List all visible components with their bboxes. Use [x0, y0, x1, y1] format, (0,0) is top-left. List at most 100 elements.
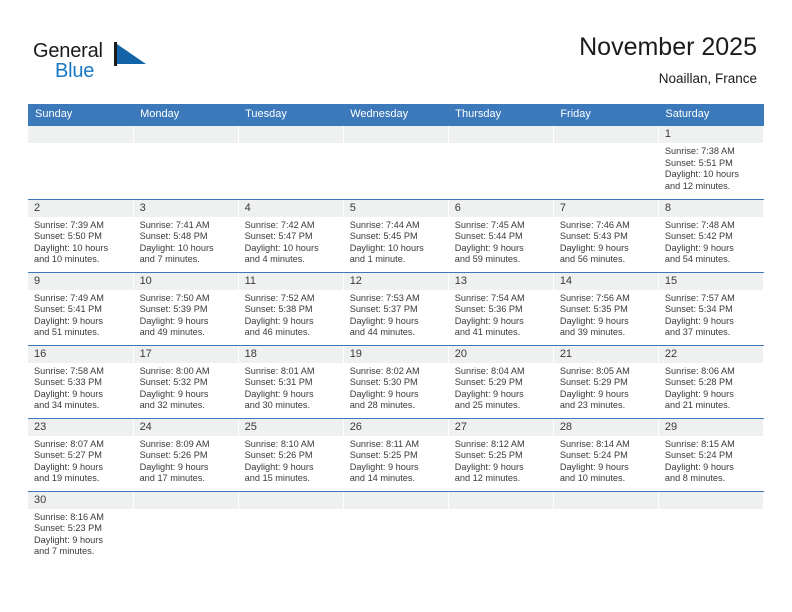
- calendar-day-cell[interactable]: 18 Sunrise: 8:01 AM Sunset: 5:31 PM Dayligh…: [238, 345, 344, 419]
- sunrise-text: Sunrise: 7:58 AM: [34, 365, 104, 376]
- day-details: Sunrise: 7:57 AM Sunset: 5:34 PM Daylight:…: [659, 290, 763, 339]
- day-number: 29: [658, 418, 763, 436]
- daylight-text-cont: and 41 minutes.: [454, 327, 521, 338]
- daylight-text: Daylight: 9 hours: [34, 461, 103, 472]
- sunrise-text: Sunrise: 7:38 AM: [664, 146, 735, 156]
- day-number: 27: [448, 418, 553, 436]
- daylight-text: Daylight: 9 hours: [34, 534, 103, 545]
- day-number: [343, 491, 448, 509]
- calendar-week-row: 2 Sunrise: 7:39 AM Sunset: 5:50 PM Daylight…: [28, 199, 765, 273]
- calendar-day-cell[interactable]: 15 Sunrise: 7:57 AM Sunset: 5:34 PM Dayligh…: [658, 272, 765, 346]
- brand-logo[interactable]: General Blue: [33, 40, 183, 88]
- sunset-text: Sunset: 5:38 PM: [244, 304, 313, 315]
- calendar-day-cell[interactable]: 10 Sunrise: 7:50 AM Sunset: 5:39 PM Dayligh…: [133, 272, 239, 346]
- day-details: Sunrise: 8:05 AM Sunset: 5:29 PM Daylight:…: [554, 363, 658, 412]
- calendar-day-cell[interactable]: 8 Sunrise: 7:48 AM Sunset: 5:42 PM Daylight…: [658, 199, 765, 273]
- calendar-day-cell[interactable]: 20 Sunrise: 8:04 AM Sunset: 5:29 PM Dayligh…: [448, 345, 554, 419]
- calendar-day-cell[interactable]: 7 Sunrise: 7:46 AM Sunset: 5:43 PM Daylight…: [553, 199, 659, 273]
- calendar-day-cell[interactable]: 23 Sunrise: 8:07 AM Sunset: 5:27 PM Dayligh…: [28, 418, 134, 492]
- calendar-day-cell[interactable]: 1 Sunrise: 7:38 AM Sunset: 5:51 PM Daylight…: [658, 126, 765, 200]
- calendar-day-cell[interactable]: 22 Sunrise: 8:06 AM Sunset: 5:28 PM Dayligh…: [658, 345, 765, 419]
- daylight-text: Daylight: 9 hours: [34, 315, 103, 326]
- day-number: [343, 126, 448, 143]
- daylight-text: Daylight: 9 hours: [244, 315, 314, 326]
- sunset-text: Sunset: 5:23 PM: [34, 523, 102, 534]
- daylight-text-cont: and 12 minutes.: [664, 180, 731, 191]
- daylight-text-cont: and 12 minutes.: [454, 473, 521, 484]
- sunrise-text: Sunrise: 7:41 AM: [139, 219, 210, 230]
- sunset-text: Sunset: 5:24 PM: [664, 450, 733, 461]
- calendar-day-cell[interactable]: 24 Sunrise: 8:09 AM Sunset: 5:26 PM Dayligh…: [133, 418, 239, 492]
- daylight-text: Daylight: 9 hours: [34, 388, 103, 399]
- day-number: 16: [28, 345, 133, 363]
- daylight-text: Daylight: 9 hours: [559, 242, 629, 253]
- calendar-day-cell[interactable]: 30 Sunrise: 8:16 AM Sunset: 5:23 PM Dayligh…: [28, 491, 134, 564]
- calendar-day-cell[interactable]: 4 Sunrise: 7:42 AM Sunset: 5:47 PM Daylight…: [238, 199, 344, 273]
- daylight-text: Daylight: 9 hours: [349, 388, 419, 399]
- day-number: 25: [238, 418, 343, 436]
- calendar-day-cell[interactable]: 9 Sunrise: 7:49 AM Sunset: 5:41 PM Daylight…: [28, 272, 134, 346]
- calendar-day-cell[interactable]: 3 Sunrise: 7:41 AM Sunset: 5:48 PM Daylight…: [133, 199, 239, 273]
- calendar-week-row: 1 Sunrise: 7:38 AM Sunset: 5:51 PM Daylight…: [28, 126, 765, 200]
- calendar-day-cell[interactable]: 28 Sunrise: 8:14 AM Sunset: 5:24 PM Dayligh…: [553, 418, 659, 492]
- weekday-header-monday: Monday: [133, 104, 239, 126]
- daylight-text: Daylight: 9 hours: [244, 388, 314, 399]
- daylight-text: Daylight: 9 hours: [454, 461, 524, 472]
- day-number: [133, 491, 238, 509]
- calendar-week-row: 16 Sunrise: 7:58 AM Sunset: 5:33 PM Dayligh…: [28, 345, 765, 419]
- day-details: Sunrise: 8:09 AM Sunset: 5:26 PM Daylight:…: [134, 436, 238, 485]
- sunset-text: Sunset: 5:29 PM: [559, 377, 628, 388]
- calendar-empty-cell: [553, 126, 659, 200]
- weekday-header-saturday: Saturday: [658, 104, 764, 126]
- sunset-text: Sunset: 5:34 PM: [664, 304, 733, 315]
- day-number: 13: [448, 272, 553, 290]
- day-details: Sunrise: 7:53 AM Sunset: 5:37 PM Daylight:…: [344, 290, 448, 339]
- sunset-text: Sunset: 5:28 PM: [664, 377, 733, 388]
- daylight-text: Daylight: 9 hours: [349, 315, 419, 326]
- day-number: [553, 491, 658, 509]
- sunset-text: Sunset: 5:24 PM: [559, 450, 628, 461]
- calendar-day-cell[interactable]: 16 Sunrise: 7:58 AM Sunset: 5:33 PM Dayligh…: [28, 345, 134, 419]
- weekday-header-wednesday: Wednesday: [343, 104, 449, 126]
- day-details: Sunrise: 7:39 AM Sunset: 5:50 PM Daylight:…: [28, 217, 133, 266]
- calendar-day-cell[interactable]: 13 Sunrise: 7:54 AM Sunset: 5:36 PM Dayligh…: [448, 272, 554, 346]
- sunrise-text: Sunrise: 8:11 AM: [349, 438, 419, 449]
- daylight-text-cont: and 30 minutes.: [244, 400, 311, 411]
- weekday-header-sunday: Sunday: [28, 104, 134, 126]
- calendar-empty-cell: [448, 491, 554, 564]
- calendar-day-cell[interactable]: 29 Sunrise: 8:15 AM Sunset: 5:24 PM Dayligh…: [658, 418, 765, 492]
- calendar-day-cell[interactable]: 27 Sunrise: 8:12 AM Sunset: 5:25 PM Dayligh…: [448, 418, 554, 492]
- calendar-day-cell[interactable]: 19 Sunrise: 8:02 AM Sunset: 5:30 PM Dayligh…: [343, 345, 449, 419]
- calendar-day-cell[interactable]: 11 Sunrise: 7:52 AM Sunset: 5:38 PM Dayligh…: [238, 272, 344, 346]
- sunrise-text: Sunrise: 8:16 AM: [34, 511, 104, 522]
- daylight-text-cont: and 56 minutes.: [559, 254, 626, 265]
- sunrise-text: Sunrise: 8:12 AM: [454, 438, 525, 449]
- daylight-text-cont: and 7 minutes.: [34, 546, 95, 557]
- daylight-text: Daylight: 9 hours: [139, 315, 209, 326]
- day-number: 8: [658, 199, 763, 217]
- calendar-day-cell[interactable]: 17 Sunrise: 8:00 AM Sunset: 5:32 PM Dayligh…: [133, 345, 239, 419]
- calendar-day-cell[interactable]: 25 Sunrise: 8:10 AM Sunset: 5:26 PM Dayligh…: [238, 418, 344, 492]
- calendar-day-cell[interactable]: 2 Sunrise: 7:39 AM Sunset: 5:50 PM Daylight…: [28, 199, 134, 273]
- blue-triangle-flag-icon: [114, 42, 146, 66]
- calendar-page: General Blue November 2025 Noaillan, Fra…: [0, 0, 792, 612]
- sunrise-text: Sunrise: 7:52 AM: [244, 292, 315, 303]
- day-number: [133, 126, 238, 143]
- day-number: 28: [553, 418, 658, 436]
- sunrise-text: Sunrise: 8:07 AM: [34, 438, 104, 449]
- day-number: [658, 491, 763, 509]
- calendar-day-cell[interactable]: 5 Sunrise: 7:44 AM Sunset: 5:45 PM Daylight…: [343, 199, 449, 273]
- sunrise-text: Sunrise: 8:09 AM: [139, 438, 210, 449]
- calendar-day-cell[interactable]: 12 Sunrise: 7:53 AM Sunset: 5:37 PM Dayligh…: [343, 272, 449, 346]
- calendar-day-cell[interactable]: 14 Sunrise: 7:56 AM Sunset: 5:35 PM Dayligh…: [553, 272, 659, 346]
- calendar-day-cell[interactable]: 21 Sunrise: 8:05 AM Sunset: 5:29 PM Dayligh…: [553, 345, 659, 419]
- day-number: [448, 126, 553, 143]
- day-number: 23: [28, 418, 133, 436]
- day-details: Sunrise: 8:12 AM Sunset: 5:25 PM Daylight:…: [449, 436, 553, 485]
- day-details: Sunrise: 7:49 AM Sunset: 5:41 PM Daylight:…: [28, 290, 133, 339]
- sunset-text: Sunset: 5:39 PM: [139, 304, 208, 315]
- calendar-empty-cell: [658, 491, 765, 564]
- calendar-day-cell[interactable]: 26 Sunrise: 8:11 AM Sunset: 5:25 PM Dayligh…: [343, 418, 449, 492]
- calendar-day-cell[interactable]: 6 Sunrise: 7:45 AM Sunset: 5:44 PM Daylight…: [448, 199, 554, 273]
- day-details: Sunrise: 7:48 AM Sunset: 5:42 PM Daylight:…: [659, 217, 763, 266]
